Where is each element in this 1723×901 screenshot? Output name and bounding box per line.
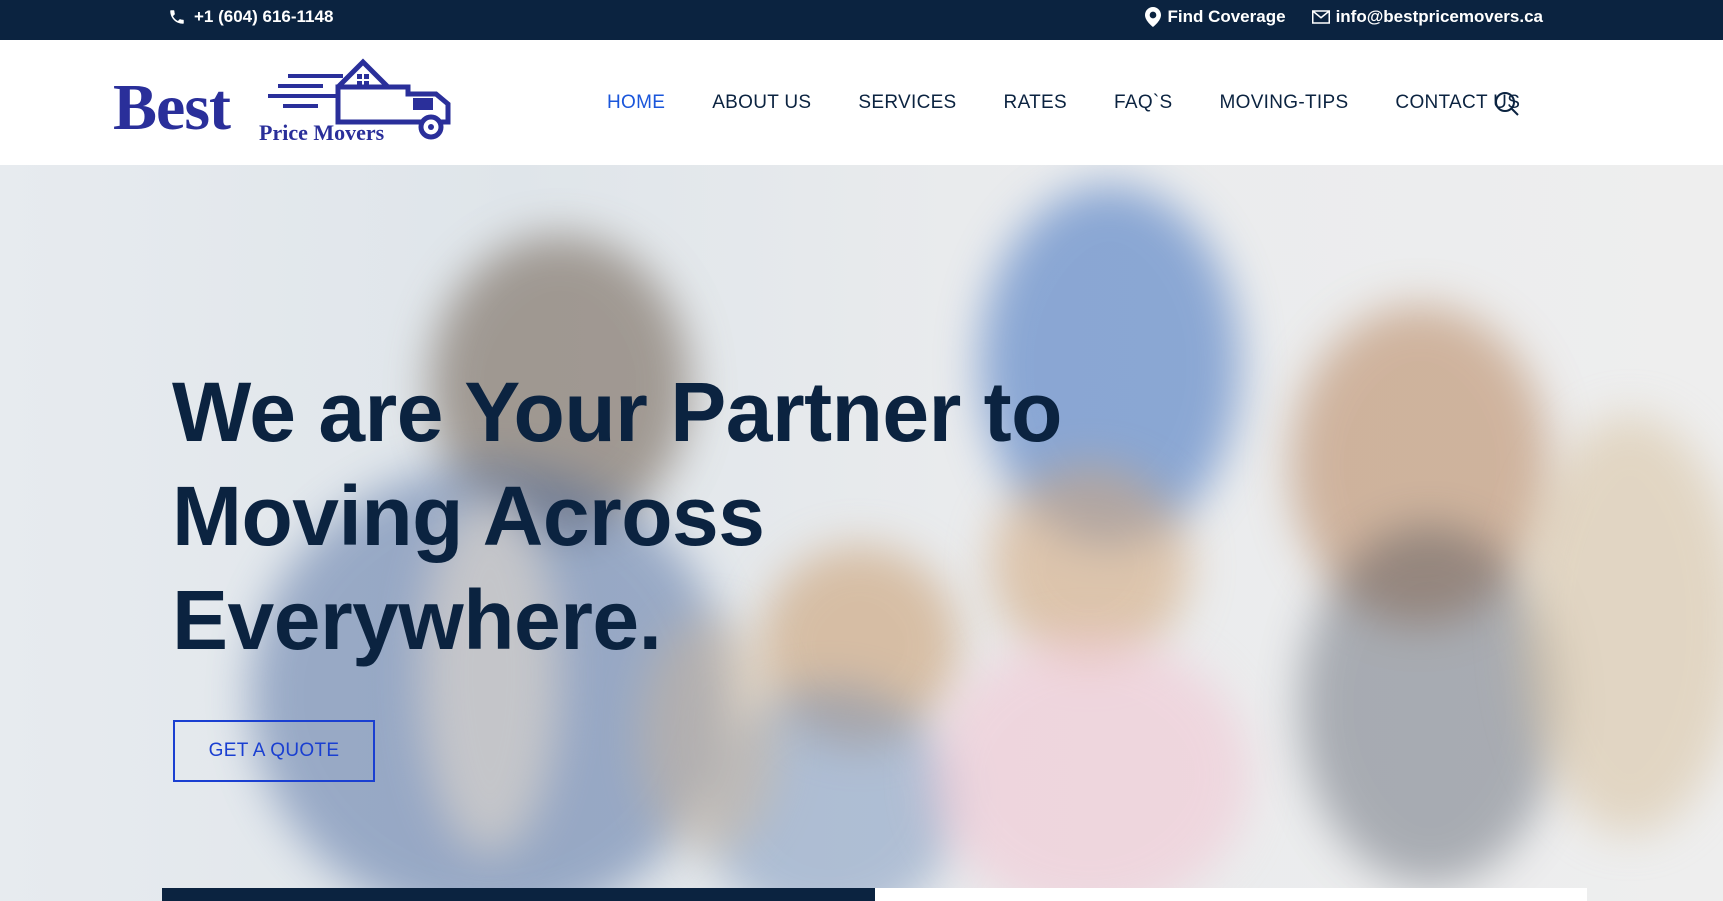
email-link[interactable]: info@bestpricemovers.ca [1311, 7, 1543, 27]
nav-item-moving-tips[interactable]: MOVING-TIPS [1220, 92, 1349, 114]
site-logo[interactable]: Best Price Movers [113, 48, 453, 145]
hero-title: We are Your Partner to Moving Across Eve… [172, 360, 1172, 672]
map-pin-icon [1145, 7, 1162, 27]
phone-icon [170, 10, 184, 24]
phone-link[interactable]: +1 (604) 616-1148 [168, 7, 333, 27]
email-address: info@bestpricemovers.ca [1335, 7, 1543, 26]
main-nav: HOME ABOUT US SERVICES RATES FAQ`S MOVIN… [607, 92, 1520, 114]
nav-item-about-us[interactable]: ABOUT US [712, 92, 811, 114]
logo-word-price-movers: Price Movers [259, 120, 385, 145]
top-bar: +1 (604) 616-1148 Find Coverage info@bes… [0, 0, 1723, 40]
find-coverage-link[interactable]: Find Coverage [1145, 7, 1286, 27]
hero-section: We are Your Partner to Moving Across Eve… [0, 165, 1723, 901]
phone-number: +1 (604) 616-1148 [194, 7, 334, 26]
bottom-light-bar [875, 888, 1587, 901]
search-icon [1495, 92, 1519, 116]
hero-title-line-3: Everywhere. [172, 573, 662, 667]
site-header: Best Price Movers HOME ABOUT US SERVICES… [0, 40, 1723, 165]
find-coverage-label: Find Coverage [1167, 7, 1286, 26]
nav-item-rates[interactable]: RATES [1004, 92, 1067, 114]
logo-word-best: Best [113, 71, 231, 144]
search-button[interactable] [1494, 91, 1520, 122]
envelope-icon [1311, 10, 1330, 24]
nav-item-faqs[interactable]: FAQ`S [1114, 92, 1173, 114]
nav-item-services[interactable]: SERVICES [858, 92, 956, 114]
get-a-quote-button[interactable]: GET A QUOTE [173, 720, 375, 782]
hero-title-line-1: We are Your Partner to [172, 365, 1062, 459]
nav-item-home[interactable]: HOME [607, 92, 665, 114]
hero-title-line-2: Moving Across [172, 469, 765, 563]
bottom-dark-bar [162, 888, 875, 901]
